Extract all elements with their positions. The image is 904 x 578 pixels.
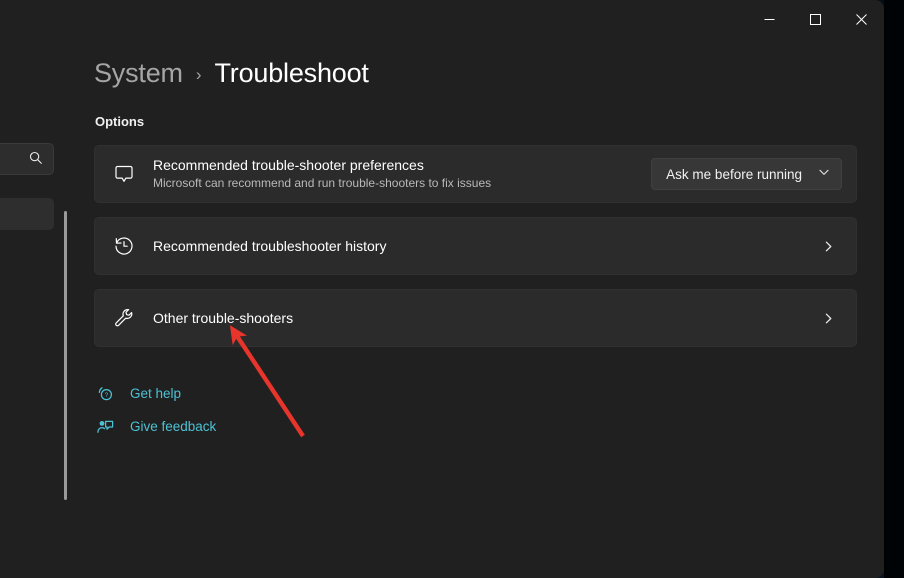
card-control: Ask me before running: [651, 158, 856, 190]
screen: System › Troubleshoot Options Recommende…: [0, 0, 904, 578]
card-title: Recommended troubleshooter history: [153, 238, 814, 255]
history-clock-icon: [95, 235, 153, 257]
card-recommended-troubleshooter-history[interactable]: Recommended troubleshooter history: [94, 217, 857, 275]
settings-window: System › Troubleshoot Options Recommende…: [0, 0, 884, 578]
page-title: Troubleshoot: [215, 58, 369, 89]
main-content: System › Troubleshoot Options Recommende…: [94, 0, 884, 578]
speech-bubble-icon: [95, 163, 153, 185]
desktop-background-edge: [884, 0, 904, 578]
chevron-right-icon[interactable]: [814, 240, 842, 253]
get-help-label: Get help: [130, 386, 181, 401]
give-feedback-icon: [94, 418, 116, 435]
sidebar-search-box[interactable]: [0, 143, 54, 175]
breadcrumb-parent-link[interactable]: System: [94, 58, 183, 89]
chevron-down-icon: [818, 165, 830, 183]
recommended-preferences-dropdown[interactable]: Ask me before running: [651, 158, 842, 190]
card-text: Recommended trouble-shooter preferences …: [153, 157, 651, 191]
card-title: Recommended trouble-shooter preferences: [153, 157, 651, 174]
card-control: [814, 240, 856, 253]
search-icon: [29, 151, 43, 170]
card-title: Other trouble-shooters: [153, 310, 814, 327]
get-help-icon: ?: [94, 385, 116, 402]
dropdown-selected-value: Ask me before running: [666, 167, 802, 182]
give-feedback-label: Give feedback: [130, 419, 216, 434]
card-text: Other trouble-shooters: [153, 310, 814, 327]
card-text: Recommended troubleshooter history: [153, 238, 814, 255]
section-heading: Options: [95, 114, 144, 129]
get-help-link[interactable]: ? Get help: [94, 385, 181, 402]
content-scrollbar-thumb[interactable]: [64, 211, 67, 500]
card-subtitle: Microsoft can recommend and run trouble-…: [153, 175, 651, 191]
wrench-icon: [95, 307, 153, 329]
sidebar-item-partial[interactable]: [0, 198, 54, 230]
card-other-troubleshooters[interactable]: Other trouble-shooters: [94, 289, 857, 347]
chevron-right-icon[interactable]: [814, 312, 842, 325]
chevron-right-icon: ›: [196, 66, 202, 83]
card-recommended-troubleshooter-preferences[interactable]: Recommended trouble-shooter preferences …: [94, 145, 857, 203]
svg-text:?: ?: [104, 392, 108, 399]
give-feedback-link[interactable]: Give feedback: [94, 418, 216, 435]
card-control: [814, 312, 856, 325]
breadcrumb: System › Troubleshoot: [94, 58, 369, 89]
